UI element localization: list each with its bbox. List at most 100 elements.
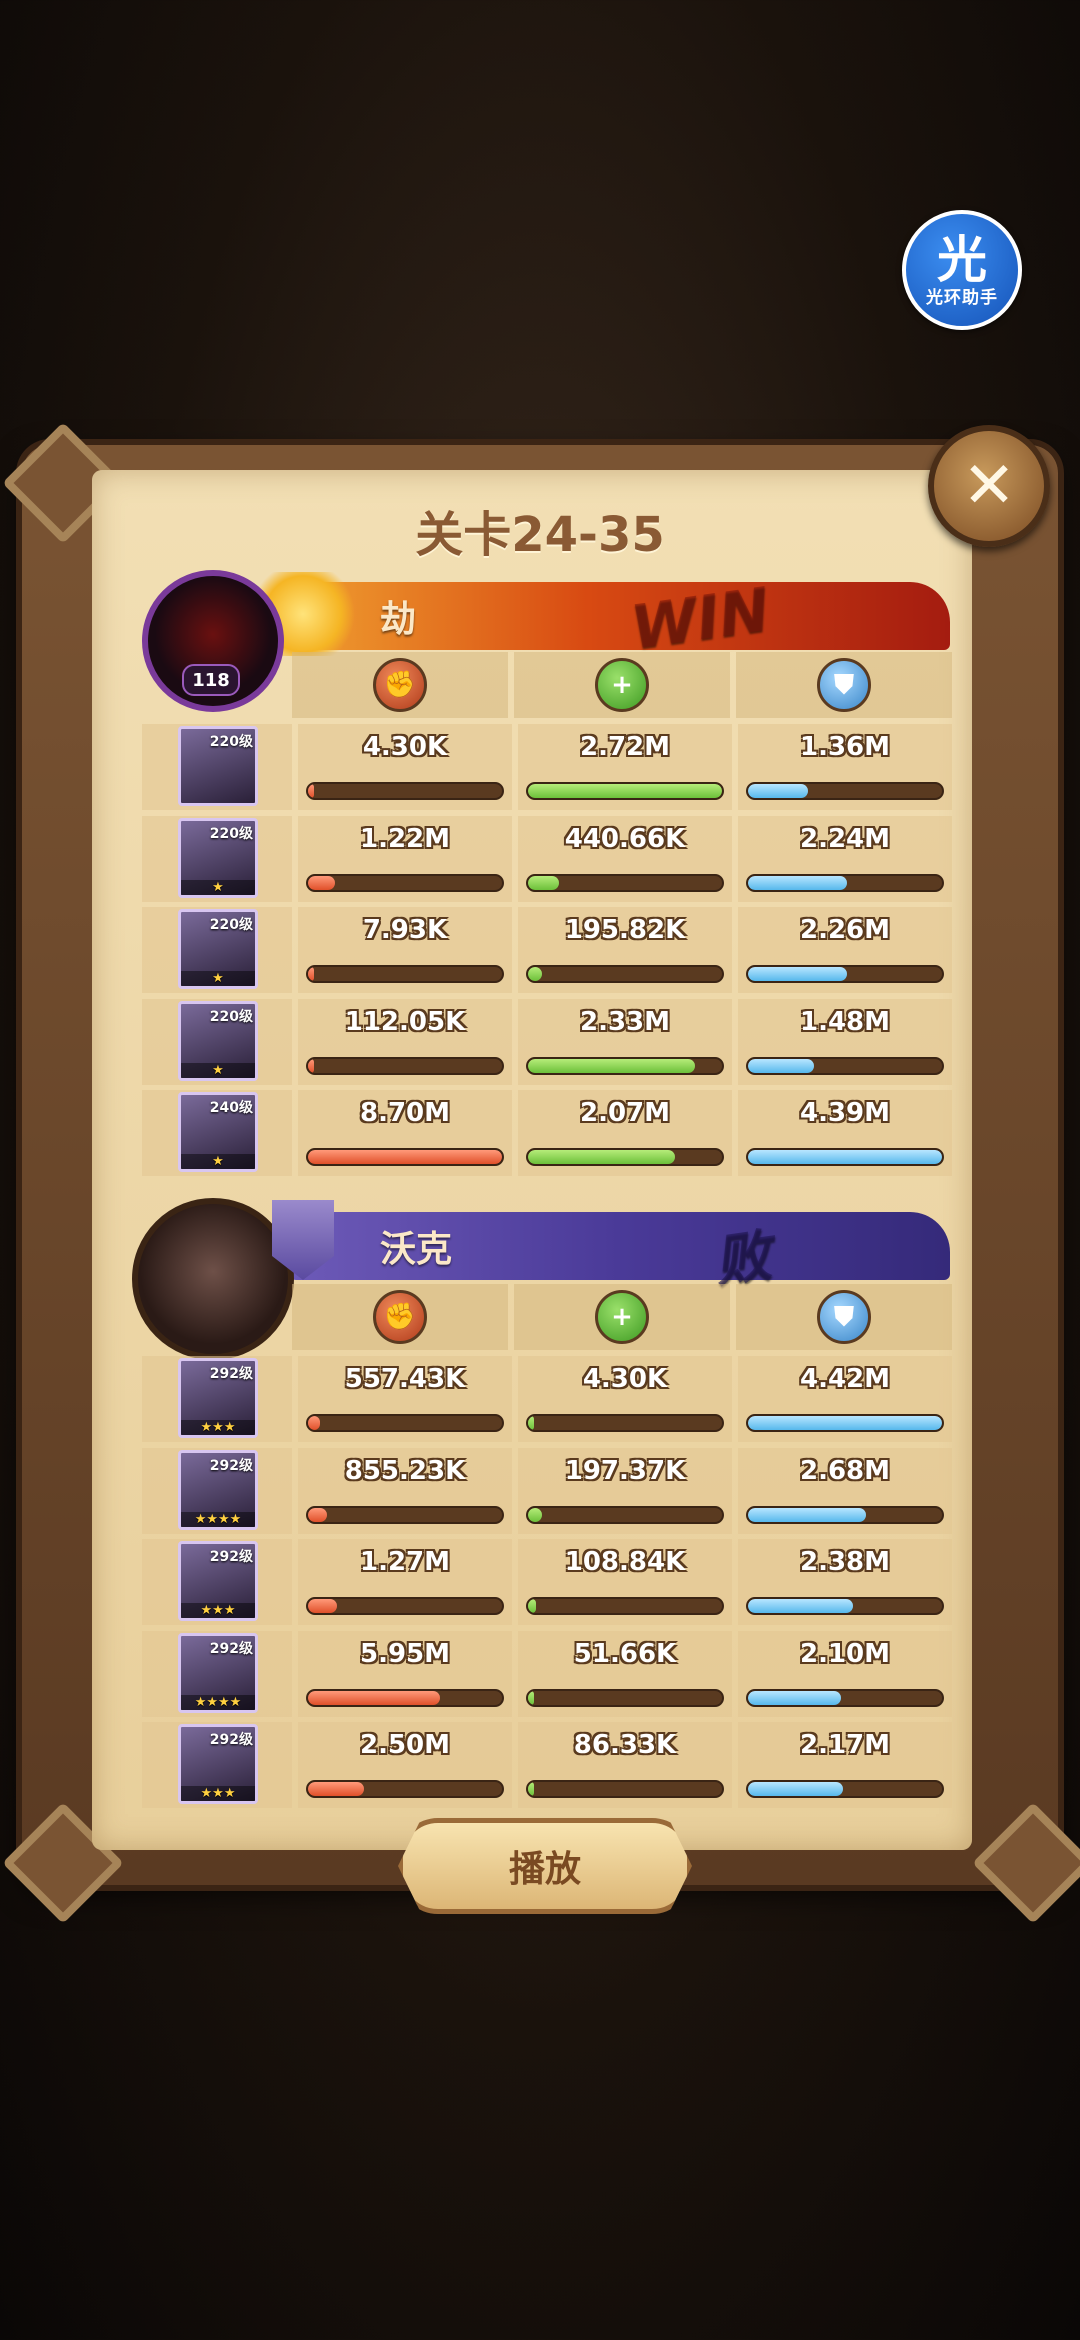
damage-stat-cell: 7.93K bbox=[298, 907, 512, 993]
shield-icon[interactable]: ⛊ bbox=[817, 658, 871, 712]
damage-value: 5.95M bbox=[359, 1638, 451, 1669]
hero-stat-row: 292级 ★★★ 557.43K 4.30K 4.42M bbox=[142, 1356, 952, 1442]
heal-stat-cell: 2.72M bbox=[518, 724, 732, 810]
damage-stat-cell: 8.70M bbox=[298, 1090, 512, 1176]
shield-stat-cell: 2.17M bbox=[738, 1722, 952, 1808]
shield-stat-cell: 4.42M bbox=[738, 1356, 952, 1442]
hero-portrait[interactable]: 220级 ★ bbox=[178, 1000, 258, 1081]
heal-value: 440.66K bbox=[564, 823, 686, 854]
shield-bar-fill bbox=[748, 1150, 942, 1164]
hero-stars: ★ bbox=[181, 879, 255, 895]
damage-stat-cell: 5.95M bbox=[298, 1630, 512, 1717]
hero-portrait[interactable]: 220级 bbox=[178, 726, 258, 806]
shield-bar bbox=[746, 1597, 944, 1615]
hero-stars: ★★★★ bbox=[181, 1694, 255, 1710]
hero-portrait[interactable]: 220级 ★ bbox=[178, 909, 258, 989]
shield-stat-cell: 4.39M bbox=[738, 1090, 952, 1176]
heal-value: 197.37K bbox=[564, 1455, 686, 1486]
hero-portrait[interactable]: 220级 ★ bbox=[178, 817, 258, 898]
heal-bar-fill bbox=[528, 967, 542, 981]
heal-value: 4.30K bbox=[582, 1364, 668, 1394]
damage-value: 7.93K bbox=[362, 915, 448, 945]
damage-bar bbox=[306, 965, 504, 983]
damage-value: 112.05K bbox=[344, 1006, 466, 1037]
heal-plus-icon[interactable]: + bbox=[595, 1290, 649, 1344]
heal-stat-cell: 2.07M bbox=[518, 1090, 732, 1176]
play-replay-button[interactable]: 播放 bbox=[398, 1818, 692, 1914]
heal-bar bbox=[526, 1688, 724, 1707]
fist-icon[interactable]: ✊ bbox=[373, 1290, 427, 1344]
hero-portrait[interactable]: 292级 ★★★ bbox=[178, 1541, 258, 1621]
shield-bar-fill bbox=[748, 1058, 814, 1073]
shield-bar bbox=[746, 1056, 944, 1075]
shield-bar bbox=[746, 1414, 944, 1432]
shield-bar-fill bbox=[748, 784, 809, 798]
heal-value: 108.84K bbox=[564, 1547, 686, 1577]
heal-plus-icon[interactable]: + bbox=[595, 658, 649, 712]
hero-portrait-cell: 292级 ★★★ bbox=[142, 1356, 292, 1442]
heal-bar-fill bbox=[528, 1150, 676, 1164]
shield-value: 4.39M bbox=[799, 1098, 891, 1128]
shield-value: 2.10M bbox=[799, 1638, 891, 1669]
shield-bar bbox=[746, 965, 944, 983]
damage-stat-cell: 2.50M bbox=[298, 1722, 512, 1808]
hero-stars: ★★★★ bbox=[181, 1511, 255, 1527]
damage-bar bbox=[306, 1505, 504, 1524]
damage-value: 557.43K bbox=[344, 1364, 466, 1394]
heal-bar-fill bbox=[528, 1058, 695, 1073]
shield-bar bbox=[746, 1505, 944, 1524]
stage-title: 关卡24-35 bbox=[415, 507, 665, 563]
hero-portrait[interactable]: 292级 ★★★ bbox=[178, 1724, 258, 1804]
heal-bar-fill bbox=[528, 784, 722, 798]
hero-stars: ★ bbox=[181, 1062, 255, 1078]
hero-portrait[interactable]: 292级 ★★★★ bbox=[178, 1449, 258, 1530]
shield-bar bbox=[746, 1780, 944, 1798]
hero-portrait[interactable]: 292级 ★★★★ bbox=[178, 1632, 258, 1713]
heal-bar bbox=[526, 965, 724, 983]
shield-value: 1.48M bbox=[799, 1006, 891, 1037]
shield-stat-cell: 2.68M bbox=[738, 1447, 952, 1534]
hero-stars: ★★★ bbox=[181, 1786, 255, 1801]
guanghuan-assistant-badge[interactable]: 光 光环助手 bbox=[902, 210, 1022, 330]
hero-level: 220级 bbox=[209, 1008, 253, 1025]
heal-bar bbox=[526, 1505, 724, 1524]
heal-stat-cell: 86.33K bbox=[518, 1722, 732, 1808]
fist-icon[interactable]: ✊ bbox=[373, 658, 427, 712]
shield-stat-cell: 2.26M bbox=[738, 907, 952, 993]
hero-level: 292级 bbox=[209, 1732, 253, 1748]
heal-bar-fill bbox=[528, 1782, 534, 1796]
damage-stat-cell: 1.22M bbox=[298, 815, 512, 902]
hero-portrait-cell: 220级 ★ bbox=[142, 815, 292, 902]
hero-stat-row: 220级 ★ 112.05K 2.33M 1.48M bbox=[142, 998, 952, 1085]
heal-stat-cell: 197.37K bbox=[518, 1447, 732, 1534]
damage-bar-fill bbox=[308, 1416, 320, 1430]
hero-portrait[interactable]: 292级 ★★★ bbox=[178, 1358, 258, 1438]
hero-portrait[interactable]: 240级 ★ bbox=[178, 1092, 258, 1172]
shield-icon[interactable]: ⛊ bbox=[817, 1290, 871, 1344]
shield-value: 2.38M bbox=[799, 1547, 891, 1577]
shield-bar-fill bbox=[748, 1416, 942, 1430]
winner-leader-level: 118 bbox=[182, 664, 240, 696]
heal-stat-cell: 4.30K bbox=[518, 1356, 732, 1442]
hero-portrait-cell: 292级 ★★★ bbox=[142, 1539, 292, 1625]
damage-bar-fill bbox=[308, 1507, 328, 1522]
hero-level: 220级 bbox=[209, 825, 253, 842]
shield-bar-fill bbox=[748, 1599, 853, 1613]
hero-stat-row: 292级 ★★★ 1.27M 108.84K 2.38M bbox=[142, 1539, 952, 1625]
hero-portrait-cell: 220级 ★ bbox=[142, 907, 292, 993]
damage-bar-fill bbox=[308, 1690, 440, 1705]
heal-bar bbox=[526, 1414, 724, 1432]
damage-bar-fill bbox=[308, 875, 336, 890]
loser-leader-avatar[interactable] bbox=[132, 1198, 294, 1360]
hero-stat-row: 292级 ★★★★ 855.23K 197.37K 2.68M bbox=[142, 1447, 952, 1534]
damage-bar-fill bbox=[308, 784, 314, 798]
damage-bar bbox=[306, 1688, 504, 1707]
damage-value: 8.70M bbox=[359, 1098, 451, 1128]
heal-bar bbox=[526, 873, 724, 892]
shield-value: 2.68M bbox=[799, 1455, 891, 1486]
winner-banner: 劫 WIN bbox=[290, 575, 950, 663]
hero-portrait-cell: 240级 ★ bbox=[142, 1090, 292, 1176]
assistant-name: 光环助手 bbox=[926, 287, 998, 308]
damage-bar bbox=[306, 1056, 504, 1075]
heal-bar bbox=[526, 1597, 724, 1615]
